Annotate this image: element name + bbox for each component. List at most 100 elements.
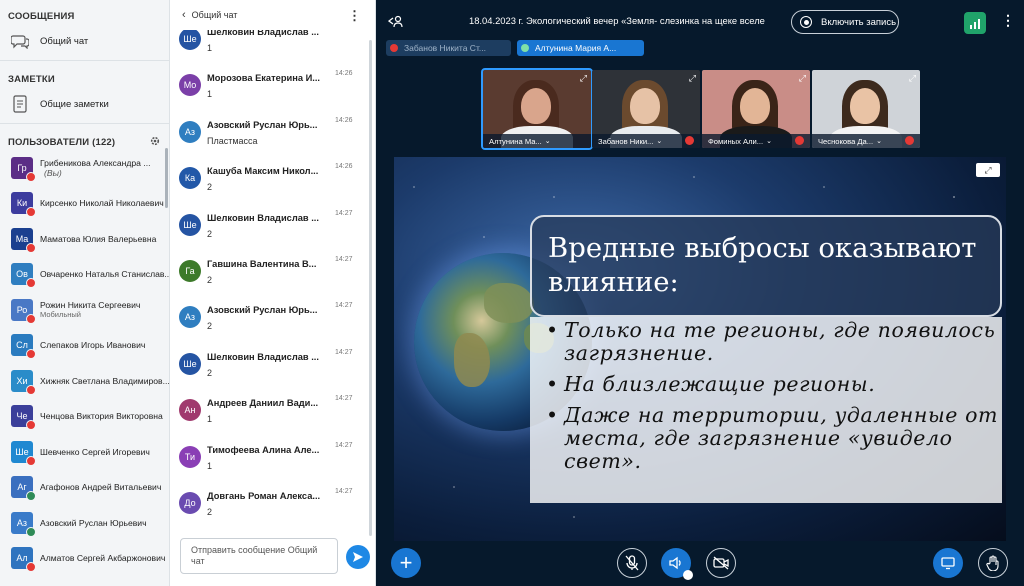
chevron-down-icon[interactable]: ⌄ — [656, 137, 662, 145]
video-thumbnail[interactable]: ⤢ Забанов Ники... ⌄ — [592, 70, 700, 148]
avatar: Ов — [11, 263, 36, 289]
user-name: Маматова Юлия Валерьевна — [40, 233, 157, 244]
muted-mic-icon — [685, 136, 694, 145]
camera-button[interactable] — [706, 548, 736, 578]
chat-message: Аз Азовский Руслан Юрь... 14:26 Пластмасса — [170, 113, 370, 159]
chat-menu-icon[interactable]: ⋮ — [348, 8, 361, 24]
avatar-initials: Ма — [15, 233, 29, 244]
user-list-item[interactable]: Хи Хижняк Светлана Владимиров... — [0, 363, 169, 399]
avatar-initials: Аз — [16, 517, 28, 528]
video-thumbnail[interactable]: ⤢ Чеснокова Да... ⌄ — [812, 70, 920, 148]
presentation-button[interactable] — [933, 548, 963, 578]
slide-bullet: На близлежащие регионы. — [544, 373, 1002, 397]
user-name: Слепаков Игорь Иванович — [40, 340, 146, 351]
muted-mic-icon — [26, 242, 36, 253]
thumbnail-label: Чеснокова Да... ⌄ — [812, 134, 920, 148]
avatar: Мо — [179, 74, 201, 97]
user-list-item[interactable]: Ро Рожин Никита Сергеевич Мобильный — [0, 292, 169, 328]
user-list-item[interactable]: Ал Алматов Сергей Акбаржонович — [0, 541, 169, 577]
muted-mic-icon — [795, 136, 804, 145]
chat-message: Ше Шелковин Владислав ... 14:26 1 — [170, 30, 370, 66]
user-name: Кирсенко Николай Николаевич — [40, 198, 164, 209]
video-thumbnail[interactable]: ⤢ Алтунина Ма... ⌄ — [481, 68, 593, 150]
message-sender: Шелковин Владислав ... — [207, 212, 319, 223]
shared-notes-item[interactable]: Общие заметки — [0, 87, 169, 121]
actions-plus-button[interactable]: + — [391, 548, 421, 578]
message-time: 14:27 — [335, 302, 353, 310]
user-list-item[interactable]: Аз Азовский Руслан Юрьевич — [0, 505, 169, 541]
avatar: Че — [11, 405, 36, 431]
chat-bubble-icon — [10, 31, 30, 51]
video-thumbnail[interactable]: ⤢ Фоминых Али... ⌄ — [702, 70, 810, 148]
user-name-wrap: Шевченко Сергей Игоревич — [40, 447, 150, 457]
expand-icon[interactable]: ⤢ — [799, 73, 806, 84]
message-sender: Кашуба Максим Никол... — [207, 166, 319, 177]
user-list-item[interactable]: Гр Грибеникова Александра ...(Вы) — [0, 150, 169, 186]
slide-title: Вредные выбросы оказывают влияние: — [530, 215, 1002, 317]
chat-panel: ‹ Общий чат ⋮ Ше Шелковин Владислав ... 14… — [170, 0, 376, 586]
avatar-initials: Ше — [15, 446, 29, 457]
audio-button[interactable] — [661, 548, 693, 580]
user-list-item[interactable]: Ма Маматова Юлия Валерьевна — [0, 221, 169, 257]
notes-header: ЗАМЕТКИ — [0, 63, 169, 87]
avatar: Аз — [179, 120, 201, 143]
speaker-chip-muted: Забанов Никита Ст... — [386, 40, 511, 56]
record-button[interactable]: Включить запись — [791, 10, 899, 34]
avatar: Ан — [179, 399, 201, 422]
user-list-item[interactable]: Че Ченцова Виктория Викторовна — [0, 399, 169, 435]
user-list-item[interactable]: Ше Шевченко Сергей Игоревич — [0, 434, 169, 470]
users-toggle-icon[interactable] — [387, 14, 404, 31]
fullscreen-icon[interactable]: ⤢ — [976, 163, 1000, 177]
public-chat-item[interactable]: Общий чат — [0, 24, 169, 58]
expand-icon[interactable]: ⤢ — [909, 73, 916, 84]
user-name: Грибеникова Александра ... — [40, 157, 151, 168]
chevron-down-icon[interactable]: ⌄ — [766, 137, 772, 145]
audio-settings-badge[interactable] — [683, 570, 693, 580]
chat-message-input[interactable]: Отправить сообщение Общий чат — [180, 538, 338, 574]
chat-scrollbar[interactable] — [369, 40, 372, 536]
user-list-item[interactable]: Ки Кирсенко Николай Николаевич — [0, 186, 169, 222]
message-text: 1 — [207, 460, 213, 471]
send-icon — [353, 552, 363, 562]
user-name-wrap: Маматова Юлия Валерьевна — [40, 234, 156, 244]
user-name-wrap: Овчаренко Наталья Станислав... — [40, 269, 170, 280]
expand-icon[interactable]: ⤢ — [580, 73, 587, 84]
message-time: 14:26 — [335, 30, 353, 31]
muted-mic-icon — [26, 313, 36, 324]
muted-mic-icon — [905, 136, 914, 145]
options-menu-icon[interactable]: ⋮ — [1001, 12, 1015, 29]
muted-mic-icon — [26, 278, 36, 289]
sidebar-scrollbar[interactable] — [165, 148, 168, 208]
expand-icon[interactable]: ⤢ — [689, 73, 696, 84]
user-name-wrap: Азовский Руслан Юрьевич — [40, 518, 147, 528]
document-icon — [10, 94, 30, 114]
message-text: 2 — [207, 182, 213, 193]
user-list-item[interactable]: Ов Овчаренко Наталья Станислав... — [0, 257, 169, 293]
avatar: Аз — [11, 511, 36, 537]
message-sender: Гавшина Валентина В... — [207, 259, 317, 269]
divider — [0, 123, 169, 124]
user-name-wrap: Алматов Сергей Акбаржонович — [40, 553, 165, 563]
raise-hand-button[interactable] — [978, 548, 1008, 578]
speaker-chip-talking: Алтунина Мария А... — [517, 40, 644, 56]
connection-status-icon[interactable] — [964, 12, 986, 34]
user-name: Овчаренко Наталья Станислав... — [40, 269, 170, 280]
user-list-item[interactable]: Сл Слепаков Игорь Иванович — [0, 328, 169, 364]
back-chevron-icon[interactable]: ‹ — [182, 9, 186, 21]
speaker-icon — [669, 556, 681, 570]
screen-icon — [941, 557, 955, 570]
message-text: 1 — [207, 414, 213, 425]
avatar-initials: Ов — [16, 269, 28, 280]
user-list-item[interactable]: Аг Агафонов Андрей Витальевич — [0, 470, 169, 506]
send-button[interactable] — [346, 545, 370, 569]
gear-icon[interactable] — [149, 135, 161, 150]
message-text: 2 — [207, 321, 213, 332]
avatar: Ал — [11, 547, 36, 573]
user-list: Гр Грибеникова Александра ...(Вы) Ки Кирсен… — [0, 150, 169, 576]
user-name: Ченцова Виктория Викторовна — [40, 411, 163, 422]
avatar: Сл — [11, 334, 36, 360]
chevron-down-icon[interactable]: ⌄ — [545, 137, 551, 145]
thumbnail-label: Алтунина Ма... ⌄ — [483, 134, 591, 148]
chevron-down-icon[interactable]: ⌄ — [876, 137, 882, 145]
microphone-button[interactable] — [617, 548, 647, 578]
